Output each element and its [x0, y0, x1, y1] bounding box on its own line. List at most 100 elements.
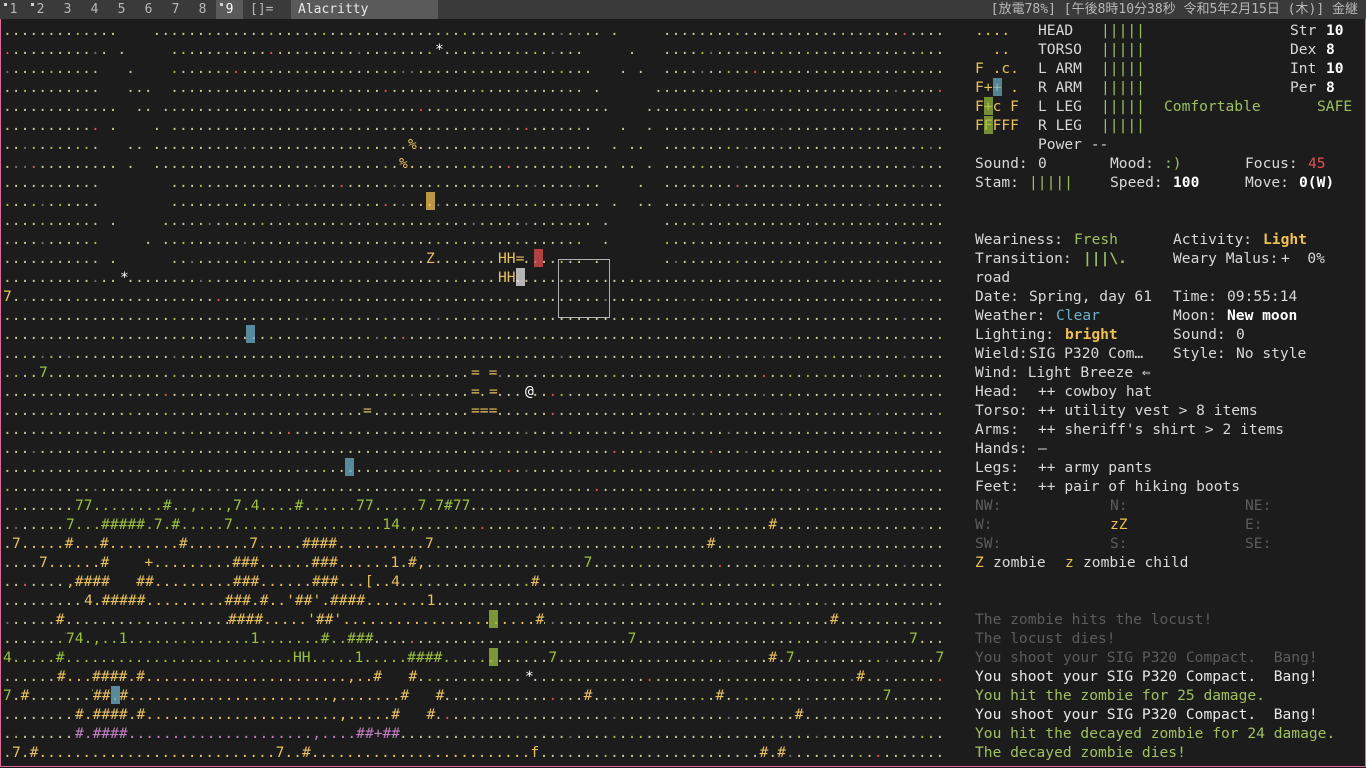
battery-status: [放電78%]	[990, 2, 1056, 17]
equipment-item: –	[1038, 440, 1047, 457]
map-terrain-row: ........... ............................…	[3, 193, 945, 210]
minimap-row: F .c.	[975, 60, 1019, 77]
compass-ne: NE:	[1245, 497, 1272, 514]
top-status-bar: 123456789 []= Alacritty [放電78%] [午後8時10分…	[0, 0, 1366, 19]
map-terrain-row: ........................................…	[3, 326, 945, 343]
map-object: *	[120, 268, 129, 287]
map-terrain-row: ........................................…	[3, 269, 945, 286]
minimap-highlight	[984, 116, 993, 134]
legend-name-zombie-child: zombie child	[1083, 554, 1189, 571]
workspace-2[interactable]: 2	[27, 0, 54, 19]
map-terrain-row: ........... . ..........................…	[3, 231, 945, 248]
stat-str-value: 10	[1326, 22, 1344, 39]
speed-label: Speed:	[1110, 174, 1163, 191]
map-object: *	[525, 667, 534, 686]
moon-label: Moon:	[1173, 307, 1217, 324]
safe-mode-indicator: SAFE	[1317, 98, 1353, 115]
transition-label: Transition:	[975, 250, 1072, 267]
workspace-3[interactable]: 3	[54, 0, 81, 19]
system-status: [放電78%] [午後8時10分38秒 令和5年2月15日 (木)] 金継	[991, 0, 1358, 19]
map-object: 77........#..,...,7.4....#......77.....7…	[75, 496, 471, 515]
equipment-slot: Legs:	[975, 459, 1019, 476]
equipment-item: ++ army pants	[1038, 459, 1153, 476]
map-object: 4.....#..........................HH.....…	[3, 648, 460, 667]
workspace-list: 123456789	[0, 0, 243, 19]
weariness-value: Fresh	[1074, 231, 1118, 248]
workspace-5[interactable]: 5	[108, 0, 135, 19]
map-highlight-tile	[345, 458, 354, 476]
workspace-4[interactable]: 4	[81, 0, 108, 19]
map-terrain-row: ............. . ........................…	[3, 155, 945, 172]
message-line: You shoot your SIG P320 Compact. Bang!	[975, 706, 1318, 723]
map-terrain-row: ........................................…	[3, 288, 945, 305]
message-line: You shoot your SIG P320 Compact. Bang!	[975, 649, 1318, 666]
map-terrain-row: ........... . ..........................…	[3, 212, 945, 229]
workspace-7[interactable]: 7	[162, 0, 189, 19]
message-line: You hit the zombie for 25 damage.	[975, 687, 1265, 704]
workspace-8[interactable]: 8	[189, 0, 216, 19]
message-line: The zombie hits the locust!	[975, 611, 1213, 628]
body-part-health-bar: |||||	[1101, 22, 1145, 39]
body-part-name: R ARM	[1038, 79, 1082, 96]
workspace-6[interactable]: 6	[135, 0, 162, 19]
workspace-9[interactable]: 9	[216, 0, 243, 19]
message-line: You shoot your SIG P320 Compact. Bang!	[975, 668, 1318, 685]
workspace-1[interactable]: 1	[0, 0, 27, 19]
wield-label: Wield:	[975, 345, 1028, 362]
move-value: 0(W)	[1299, 174, 1335, 191]
body-part-name: TORSO	[1038, 41, 1082, 58]
compass-nw: NW:	[975, 497, 1002, 514]
sound2-value: 0	[1236, 326, 1245, 343]
map-object: #...####.#.......................,..# #	[57, 667, 418, 686]
map-terrain-row: ........................................…	[3, 459, 945, 476]
map-object: #.####.#......................,.....# #	[75, 705, 436, 724]
map-object: =	[471, 382, 480, 401]
body-part-name: L LEG	[1038, 98, 1082, 115]
map-terrain-row: ............. ..........................…	[3, 22, 945, 39]
body-part-name: R LEG	[1038, 117, 1082, 134]
message-line: You hit the decayed zombie for 24 damage…	[975, 725, 1336, 742]
layout-indicator[interactable]: []=	[250, 0, 290, 19]
map-object: %	[408, 135, 417, 154]
stamina-label: Stam:	[975, 174, 1019, 191]
minimap-row: F+c F	[975, 98, 1019, 115]
location-name: road	[975, 269, 1011, 286]
compass-e: E:	[1245, 516, 1263, 533]
game-map[interactable]: ............. ..........................…	[3, 21, 968, 767]
mood-label: Mood:	[1110, 155, 1154, 172]
date-value: Spring, day 61	[1029, 288, 1153, 305]
equipment-slot: Head:	[975, 383, 1019, 400]
map-object: @	[525, 382, 534, 401]
weather-label: Weather:	[975, 307, 1046, 324]
map-terrain-row: ........................................…	[3, 345, 945, 362]
equipment-slot: Hands:	[975, 440, 1028, 457]
power-status: Power --	[1038, 136, 1109, 153]
clock: [午後8時10分38秒 令和5年2月15日 (木)]	[1063, 2, 1325, 17]
map-object: HH	[498, 268, 516, 287]
compass-n: N:	[1110, 497, 1128, 514]
transition-value: |||\.	[1083, 250, 1127, 267]
user-name: 金継	[1331, 2, 1358, 17]
equipment-item: ++ sheriff's shirt > 2 items	[1038, 421, 1285, 438]
minimap-row: ..	[975, 41, 1011, 58]
map-object: 7...#####.7.#.....7.................14.,	[66, 515, 418, 534]
stat-dex-value: 8	[1326, 41, 1335, 58]
mood-value: :)	[1164, 155, 1182, 172]
map-highlight-tile	[426, 192, 435, 210]
map-object: 4.#####.........###.#..'##'.####.......1…	[84, 591, 445, 610]
map-object: = =	[471, 363, 498, 382]
map-terrain-row: ........... ... ........................…	[3, 79, 945, 96]
stat-per-label: Per	[1290, 79, 1317, 96]
equipment-item: ++ utility vest > 8 items	[1038, 402, 1258, 419]
window-title: Alacritty	[291, 0, 438, 19]
map-terrain-row: ........................................…	[3, 440, 945, 457]
message-line: The decayed zombie dies!	[975, 744, 1186, 761]
stat-int-label: Int	[1290, 60, 1317, 77]
map-object: 7......# +.........###......###......1.#…	[39, 553, 426, 572]
map-object: #.####.....................,....##+##	[75, 724, 401, 743]
map-object: 7.#...........................7..#......…	[12, 743, 540, 762]
stat-int-value: 10	[1326, 60, 1344, 77]
body-part-health-bar: |||||	[1101, 98, 1145, 115]
map-object: =	[363, 401, 372, 420]
compass-se: SE:	[1245, 535, 1272, 552]
